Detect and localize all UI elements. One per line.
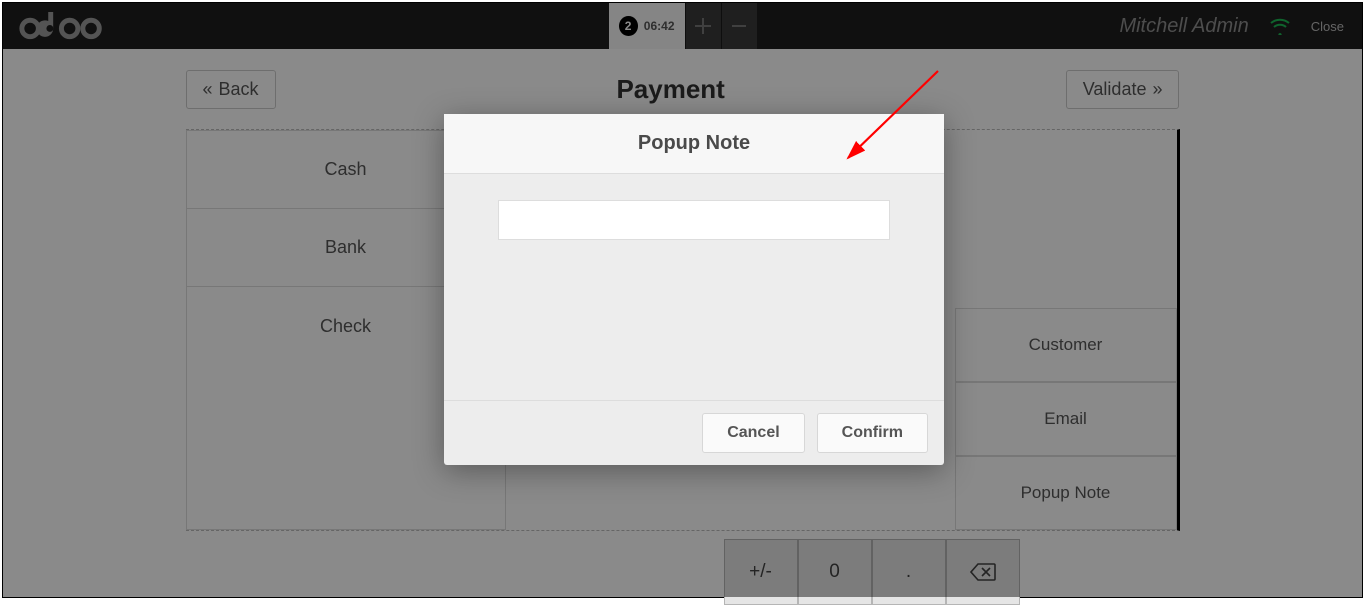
confirm-button[interactable]: Confirm xyxy=(817,413,928,453)
cancel-button[interactable]: Cancel xyxy=(702,413,804,453)
popup-title: Popup Note xyxy=(444,114,944,174)
popup-note-input[interactable] xyxy=(498,200,890,240)
popup-footer: Cancel Confirm xyxy=(444,400,944,465)
popup-body xyxy=(444,174,944,400)
popup-note-modal: Popup Note Cancel Confirm xyxy=(444,114,944,465)
